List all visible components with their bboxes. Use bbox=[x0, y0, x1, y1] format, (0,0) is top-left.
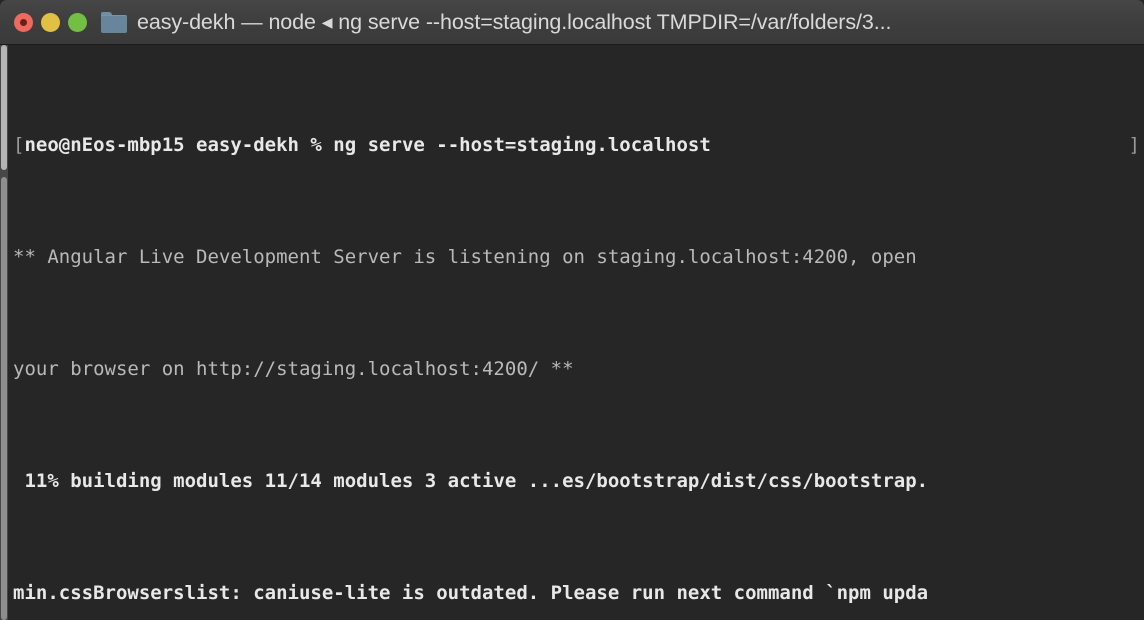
folder-icon-body bbox=[101, 15, 127, 33]
scrollbar-thumb-lower[interactable] bbox=[1, 177, 7, 620]
terminal-line-building: 11% building modules 11/14 modules 3 act… bbox=[13, 467, 1144, 495]
window-title: easy-dekh — node ◂ ng serve --host=stagi… bbox=[137, 9, 892, 34]
scrollbar-thumb-upper[interactable] bbox=[1, 45, 7, 170]
terminal-line-prompt: [neo@nEos-mbp15 easy-dekh % ng serve --h… bbox=[13, 131, 1144, 159]
server-browser-text: your browser on http://staging.localhost… bbox=[13, 358, 574, 380]
minimize-button[interactable] bbox=[41, 12, 60, 32]
close-button[interactable] bbox=[14, 12, 33, 32]
terminal-output[interactable]: [neo@nEos-mbp15 easy-dekh % ng serve --h… bbox=[8, 45, 1144, 620]
line-close-bracket: ] bbox=[1128, 134, 1140, 156]
server-listening-text: ** Angular Live Development Server is li… bbox=[13, 246, 917, 268]
terminal-window: easy-dekh — node ◂ ng serve --host=stagi… bbox=[0, 0, 1144, 620]
folder-icon bbox=[101, 11, 127, 33]
browserslist-warning-text: min.cssBrowserslist: caniuse-lite is out… bbox=[13, 582, 929, 604]
window-controls bbox=[14, 12, 87, 32]
line-open-bracket: [ bbox=[13, 134, 25, 156]
terminal-body: [neo@nEos-mbp15 easy-dekh % ng serve --h… bbox=[0, 45, 1144, 620]
terminal-scrollbar[interactable] bbox=[0, 45, 8, 620]
building-progress-text: 11% building modules 11/14 modules 3 act… bbox=[13, 470, 929, 492]
terminal-line-server-1: ** Angular Live Development Server is li… bbox=[13, 243, 1144, 271]
maximize-button[interactable] bbox=[68, 12, 87, 32]
prompt-line-text: neo@nEos-mbp15 easy-dekh % ng serve --ho… bbox=[24, 134, 711, 156]
terminal-line-server-2: your browser on http://staging.localhost… bbox=[13, 355, 1144, 383]
terminal-line-browserslist: min.cssBrowserslist: caniuse-lite is out… bbox=[13, 579, 1144, 607]
window-titlebar[interactable]: easy-dekh — node ◂ ng serve --host=stagi… bbox=[0, 0, 1144, 45]
